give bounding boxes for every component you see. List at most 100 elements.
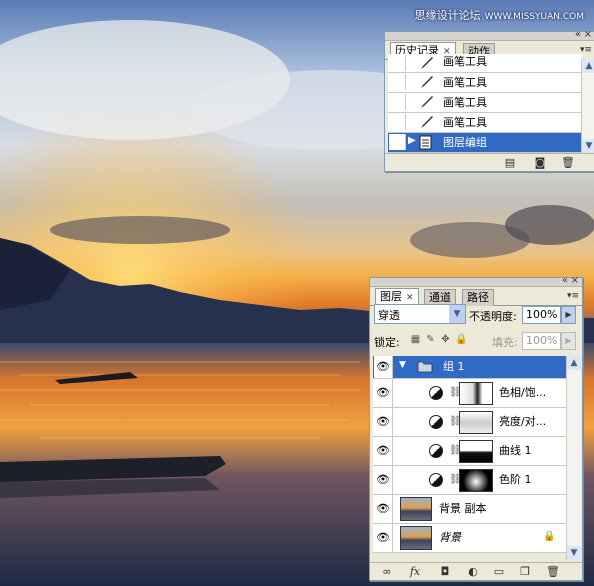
history-row[interactable]: 画笔工具 xyxy=(388,73,582,93)
brush-icon xyxy=(421,57,433,69)
blend-mode-select[interactable]: 穿透 ▼ xyxy=(374,304,466,324)
panel-menu-icon[interactable]: ▾≡ xyxy=(566,290,580,302)
watermark: 思缘设计论坛 WWW.MISSYUAN.COM xyxy=(415,7,584,23)
history-scrollbar[interactable]: ▲ ▼ xyxy=(581,59,594,153)
layer-row[interactable]: 👁 ⛓ 色阶 1 xyxy=(373,466,567,495)
adjustment-icon[interactable]: ◐ xyxy=(466,565,480,578)
history-panel: « × 历史记录 ✕ 动作 ▾≡ 画笔工具 画笔工具 画笔工具 画笔工具 ▶ 图层… xyxy=(384,29,594,172)
history-row-label: 画笔工具 xyxy=(443,55,487,68)
history-footer: ▤ ◙ 🗑 xyxy=(385,153,594,171)
layer-row-group[interactable]: 👁 ▼ 组 1 xyxy=(373,356,567,379)
history-state-checkbox[interactable] xyxy=(389,55,406,71)
collapse-icon[interactable]: « xyxy=(575,29,581,41)
history-row-selected[interactable]: ▶ 图层编组 xyxy=(388,133,582,153)
mask-icon[interactable]: ◘ xyxy=(438,565,452,578)
layer-row[interactable]: 👁 背景 副本 xyxy=(373,495,567,524)
lock-image-icon[interactable]: ✎ xyxy=(425,334,436,345)
fill-slider-arrow-icon[interactable]: ▶ xyxy=(561,332,576,350)
history-row-label: 画笔工具 xyxy=(443,76,487,89)
layer-mask-thumbnail[interactable] xyxy=(459,411,493,434)
new-layer-icon[interactable]: ❐ xyxy=(518,565,532,578)
adjustment-layer-icon xyxy=(429,386,443,400)
eye-icon[interactable]: 👁 xyxy=(374,466,393,494)
history-row-label: 画笔工具 xyxy=(443,116,487,129)
fx-icon[interactable]: fx xyxy=(408,565,422,578)
chevron-down-icon[interactable]: ▼ xyxy=(449,305,465,323)
layer-name: 曲线 1 xyxy=(499,444,532,457)
brush-icon xyxy=(421,96,433,108)
tab-paths-label: 路径 xyxy=(467,291,489,304)
scroll-up-icon[interactable]: ▲ xyxy=(582,59,594,73)
lock-position-icon[interactable]: ✥ xyxy=(440,334,451,345)
history-state-checkbox[interactable] xyxy=(389,94,406,110)
fill-field[interactable]: 100% xyxy=(522,332,561,350)
history-row-label: 画笔工具 xyxy=(443,96,487,109)
layers-footer: ∞ fx ◘ ◐ ▭ ❐ 🗑 xyxy=(370,562,582,580)
scroll-down-icon[interactable]: ▼ xyxy=(582,139,594,153)
layer-name: 背景 xyxy=(439,531,461,544)
layer-mask-thumbnail[interactable] xyxy=(459,469,493,492)
adjustment-layer-icon xyxy=(429,473,443,487)
history-row[interactable]: 画笔工具 xyxy=(388,113,582,133)
adjustment-layer-icon xyxy=(429,444,443,458)
layer-mask-thumbnail[interactable] xyxy=(459,440,493,463)
lock-all-icon[interactable]: 🔒 xyxy=(455,334,467,345)
layers-panel: « × 图层 ✕ 通道 路径 ▾≡ 穿透 ▼ 不透明度: 100% ▶ 锁定: ▦… xyxy=(369,275,583,581)
watermark-site: WWW.MISSYUAN.COM xyxy=(484,12,584,22)
layer-name: 组 1 xyxy=(443,360,465,373)
watermark-text: 思缘设计论坛 xyxy=(414,9,481,22)
layer-name: 色阶 1 xyxy=(499,473,532,486)
layer-row[interactable]: 👁 ⛓ 曲线 1 xyxy=(373,437,567,466)
eye-icon[interactable]: 👁 xyxy=(374,437,393,465)
tab-close-icon[interactable]: ✕ xyxy=(406,293,414,303)
folder-icon xyxy=(417,361,433,373)
panel-titlebar[interactable]: « × xyxy=(385,29,594,41)
history-state-checkbox[interactable] xyxy=(389,114,406,130)
blend-mode-value: 穿透 xyxy=(378,309,400,322)
panel-titlebar[interactable]: « × xyxy=(370,275,582,287)
lock-row: 锁定: ▦ ✎ ✥ 🔒 填充: 100% ▶ xyxy=(374,332,576,350)
opacity-field[interactable]: 100% xyxy=(522,306,561,324)
fill-label: 填充: xyxy=(492,336,518,349)
link-icon[interactable]: ∞ xyxy=(380,565,394,578)
layer-group-icon xyxy=(419,135,432,150)
lock-icon: 🔒 xyxy=(543,531,556,542)
brush-icon xyxy=(421,116,433,128)
eye-icon[interactable]: 👁 xyxy=(374,379,393,407)
close-icon[interactable]: × xyxy=(584,29,592,41)
scroll-down-icon[interactable]: ▼ xyxy=(567,546,581,560)
opacity-label: 不透明度: xyxy=(469,310,517,323)
lock-transparency-icon[interactable]: ▦ xyxy=(410,334,421,345)
tab-layers-label: 图层 xyxy=(380,290,402,303)
layer-thumbnail[interactable] xyxy=(400,497,432,521)
history-state-checkbox[interactable] xyxy=(389,134,406,150)
layer-row[interactable]: 👁 ⛓ 色相/饱... xyxy=(373,379,567,408)
group-expand-icon[interactable]: ▼ xyxy=(399,360,406,370)
new-document-from-state-icon[interactable]: ▤ xyxy=(503,156,517,169)
history-row[interactable]: 画笔工具 xyxy=(388,93,582,113)
history-row-label: 图层编组 xyxy=(443,136,487,149)
eye-icon[interactable]: 👁 xyxy=(374,356,393,378)
layer-thumbnail[interactable] xyxy=(400,526,432,550)
layer-mask-thumbnail[interactable] xyxy=(459,382,493,405)
close-icon[interactable]: × xyxy=(571,275,579,287)
trash-icon[interactable]: 🗑 xyxy=(561,156,575,169)
history-row[interactable]: 画笔工具 xyxy=(388,54,582,73)
opacity-slider-arrow-icon[interactable]: ▶ xyxy=(561,306,576,324)
tab-paths[interactable]: 路径 xyxy=(462,289,494,306)
layer-name: 色相/饱... xyxy=(499,386,547,399)
layer-name: 亮度/对... xyxy=(499,415,547,428)
layers-scrollbar[interactable]: ▲ ▼ xyxy=(566,356,581,560)
layer-row[interactable]: 👁 ⛓ 亮度/对... xyxy=(373,408,567,437)
eye-icon[interactable]: 👁 xyxy=(374,524,393,552)
scroll-up-icon[interactable]: ▲ xyxy=(567,356,581,370)
layer-row[interactable]: 👁 背景 🔒 xyxy=(373,524,567,553)
new-group-icon[interactable]: ▭ xyxy=(492,565,506,578)
layer-name: 背景 副本 xyxy=(439,502,487,515)
trash-icon[interactable]: 🗑 xyxy=(546,565,560,578)
eye-icon[interactable]: 👁 xyxy=(374,408,393,436)
snapshot-icon[interactable]: ◙ xyxy=(533,156,547,169)
eye-icon[interactable]: 👁 xyxy=(374,495,393,523)
history-state-checkbox[interactable] xyxy=(389,74,406,90)
collapse-icon[interactable]: « xyxy=(562,275,568,287)
